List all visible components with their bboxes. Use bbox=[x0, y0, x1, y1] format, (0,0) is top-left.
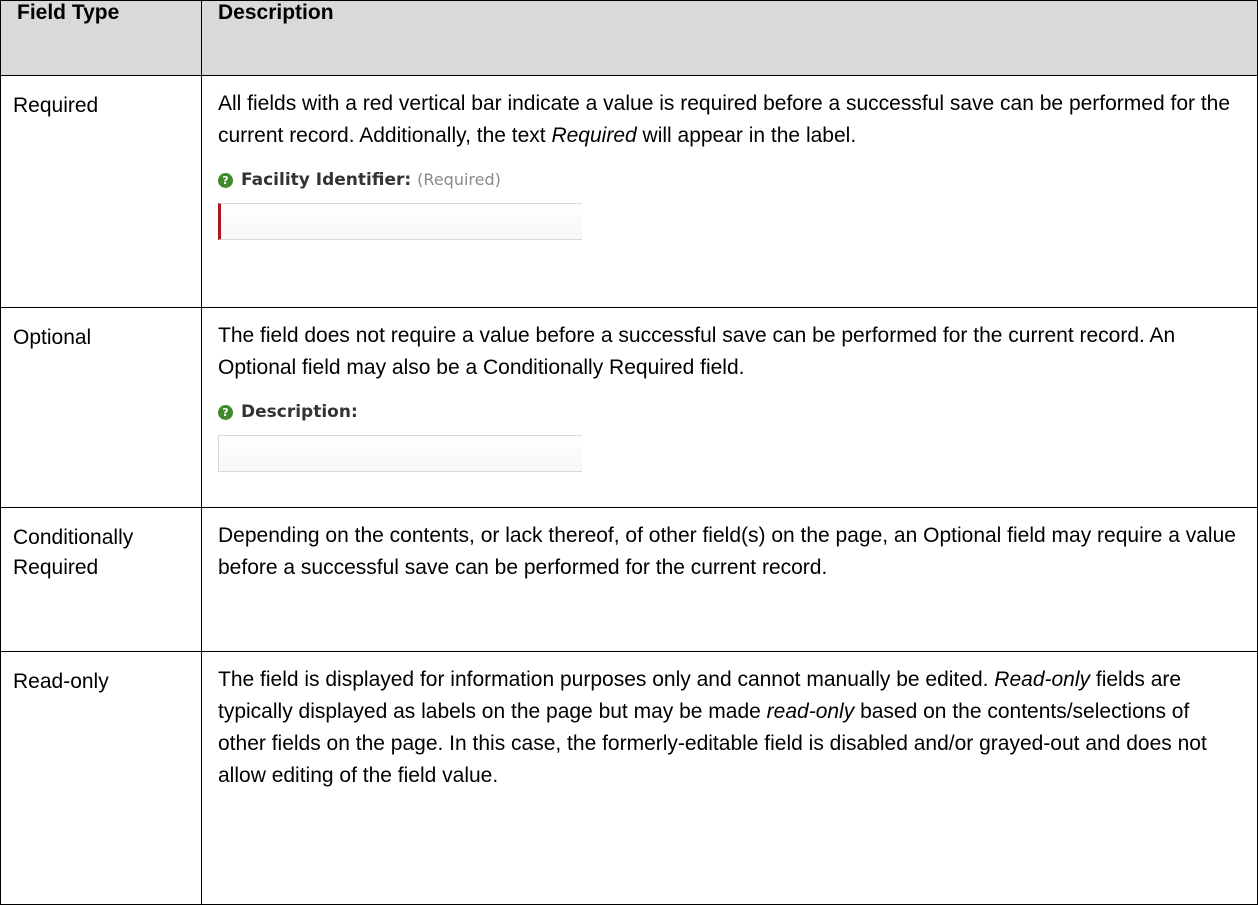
field-type-cell: Optional bbox=[0, 307, 202, 508]
sample-label-text: Facility Identifier: bbox=[241, 170, 412, 190]
help-question-icon: ? bbox=[218, 172, 233, 188]
header-description: Description bbox=[201, 0, 1258, 76]
table-row-read-only: Read-only The field is displayed for inf… bbox=[0, 651, 1258, 905]
description-text: All fields with a red vertical bar indic… bbox=[218, 92, 1231, 147]
table-row-optional: Optional The field does not require a va… bbox=[0, 307, 1258, 508]
required-input-sample bbox=[218, 203, 582, 240]
sample-label-text: Description: bbox=[241, 402, 358, 422]
table-row-conditionally-required: Conditionally Required Depending on the … bbox=[0, 507, 1258, 652]
description-cell: All fields with a red vertical bar indic… bbox=[201, 75, 1258, 308]
description-text: The field does not require a value befor… bbox=[218, 324, 1176, 379]
field-type-table: Field Type Description Required All fiel… bbox=[0, 0, 1258, 905]
description-cell: The field does not require a value befor… bbox=[201, 307, 1258, 508]
field-type-cell: Read-only bbox=[0, 651, 202, 905]
optional-input-sample bbox=[218, 435, 582, 472]
table-header-row: Field Type Description bbox=[0, 0, 1258, 76]
table-row-required: Required All fields with a red vertical … bbox=[0, 75, 1258, 308]
optional-field-sample: ? Description: bbox=[218, 400, 582, 472]
header-field-type: Field Type bbox=[0, 0, 202, 76]
description-text: Depending on the contents, or lack there… bbox=[218, 524, 1236, 579]
description-cell: The field is displayed for information p… bbox=[201, 651, 1258, 905]
description-text: The field is displayed for information p… bbox=[218, 668, 1207, 787]
description-cell: Depending on the contents, or lack there… bbox=[201, 507, 1258, 652]
sample-label: ? Description: bbox=[218, 400, 582, 424]
required-suffix: (Required) bbox=[417, 170, 501, 189]
help-question-icon: ? bbox=[218, 404, 233, 420]
sample-label: ? Facility Identifier: (Required) bbox=[218, 168, 582, 192]
required-field-sample: ? Facility Identifier: (Required) bbox=[218, 168, 582, 240]
field-type-cell: Conditionally Required bbox=[0, 507, 202, 652]
field-type-cell: Required bbox=[0, 75, 202, 308]
